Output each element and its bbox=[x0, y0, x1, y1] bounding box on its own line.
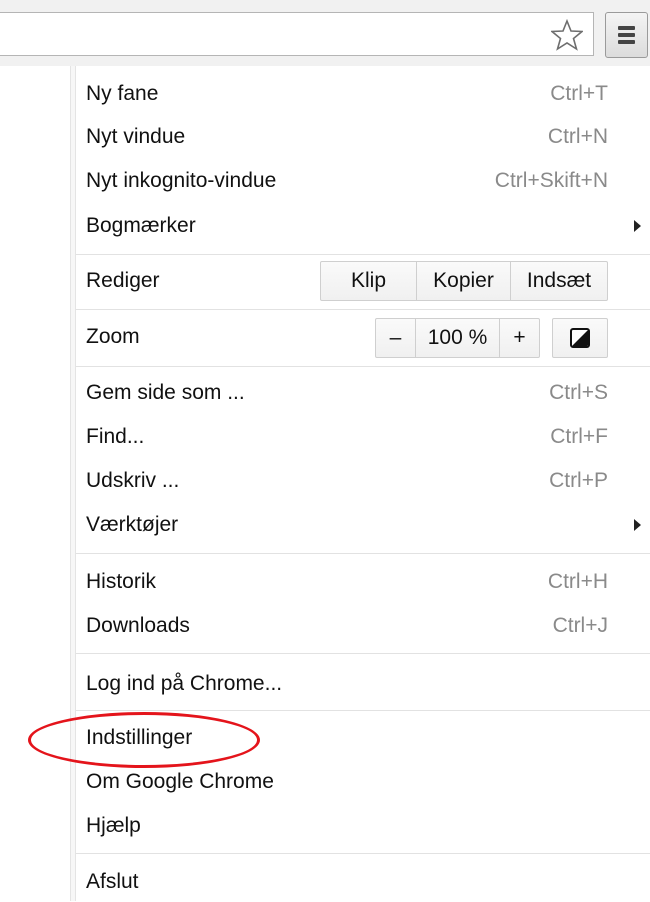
menu-item-shortcut: Ctrl+P bbox=[549, 469, 608, 492]
menu-item-shortcut: Ctrl+F bbox=[550, 425, 608, 448]
menu-item-label: Zoom bbox=[86, 325, 140, 348]
menu-separator bbox=[76, 553, 650, 554]
menu-item-about[interactable]: Om Google Chrome bbox=[86, 762, 616, 802]
menu-item-sign-in[interactable]: Log ind på Chrome... bbox=[86, 664, 616, 704]
menu-separator bbox=[76, 254, 650, 255]
menu-item-downloads[interactable]: Downloads Ctrl+J bbox=[86, 606, 616, 646]
menu-item-incognito[interactable]: Nyt inkognito-vindue Ctrl+Skift+N bbox=[86, 161, 616, 201]
menu-item-shortcut: Ctrl+Skift+N bbox=[494, 169, 608, 192]
menu-item-new-tab[interactable]: Ny fane Ctrl+T bbox=[86, 74, 616, 114]
fullscreen-icon bbox=[570, 328, 590, 348]
menu-item-find[interactable]: Find... Ctrl+F bbox=[86, 417, 616, 457]
menu-separator bbox=[76, 366, 650, 367]
menu-item-label: Afslut bbox=[86, 870, 139, 893]
highlight-circle-annotation bbox=[28, 712, 260, 768]
menu-separator bbox=[76, 653, 650, 654]
menu-item-label: Om Google Chrome bbox=[86, 770, 274, 793]
menu-item-label: Nyt inkognito-vindue bbox=[86, 169, 277, 192]
chrome-menu-button[interactable] bbox=[605, 12, 648, 58]
menu-item-exit[interactable]: Afslut bbox=[86, 862, 616, 902]
menu-separator bbox=[76, 710, 650, 711]
copy-button[interactable]: Kopier bbox=[417, 262, 511, 300]
cut-button[interactable]: Klip bbox=[321, 262, 417, 300]
menu-item-save-page[interactable]: Gem side som ... Ctrl+S bbox=[86, 373, 616, 413]
menu-item-bookmarks[interactable]: Bogmærker bbox=[86, 206, 616, 246]
menu-item-history[interactable]: Historik Ctrl+H bbox=[86, 562, 616, 602]
paste-button[interactable]: Indsæt bbox=[511, 262, 607, 300]
menu-separator bbox=[76, 853, 650, 854]
menu-gutter bbox=[70, 66, 76, 901]
menu-item-label: Find... bbox=[86, 425, 145, 448]
menu-item-new-window[interactable]: Nyt vindue Ctrl+N bbox=[86, 117, 616, 157]
zoom-control: – 100 % + bbox=[375, 318, 540, 358]
chevron-right-icon bbox=[634, 519, 641, 531]
menu-item-label: Log ind på Chrome... bbox=[86, 672, 283, 695]
menu-item-label: Hjælp bbox=[86, 814, 141, 837]
menu-item-label: Ny fane bbox=[86, 82, 159, 105]
menu-item-shortcut: Ctrl+H bbox=[547, 570, 608, 593]
menu-separator bbox=[76, 309, 650, 310]
menu-item-tools[interactable]: Værktøjer bbox=[86, 505, 616, 545]
bookmark-star-icon[interactable] bbox=[551, 19, 583, 51]
address-bar[interactable] bbox=[0, 12, 594, 56]
zoom-in-button[interactable]: + bbox=[500, 319, 539, 357]
browser-toolbar bbox=[0, 0, 650, 66]
menu-item-shortcut: Ctrl+S bbox=[549, 381, 608, 404]
fullscreen-button[interactable] bbox=[552, 318, 608, 358]
menu-item-print[interactable]: Udskriv ... Ctrl+P bbox=[86, 461, 616, 501]
menu-item-shortcut: Ctrl+N bbox=[547, 125, 608, 148]
menu-item-label: Nyt vindue bbox=[86, 125, 186, 148]
menu-item-shortcut: Ctrl+J bbox=[552, 614, 608, 637]
menu-item-label: Rediger bbox=[86, 269, 160, 292]
menu-item-label: Gem side som ... bbox=[86, 381, 245, 404]
menu-item-label: Bogmærker bbox=[86, 214, 196, 237]
zoom-level-display: 100 % bbox=[416, 319, 500, 357]
edit-button-group: Klip Kopier Indsæt bbox=[320, 261, 608, 301]
menu-item-shortcut: Ctrl+T bbox=[550, 82, 608, 105]
menu-item-help[interactable]: Hjælp bbox=[86, 806, 616, 846]
zoom-out-button[interactable]: – bbox=[376, 319, 416, 357]
menu-item-label: Udskriv ... bbox=[86, 469, 180, 492]
menu-item-label: Værktøjer bbox=[86, 513, 179, 536]
chevron-right-icon bbox=[634, 220, 641, 232]
menu-item-label: Downloads bbox=[86, 614, 190, 637]
menu-item-label: Historik bbox=[86, 570, 157, 593]
